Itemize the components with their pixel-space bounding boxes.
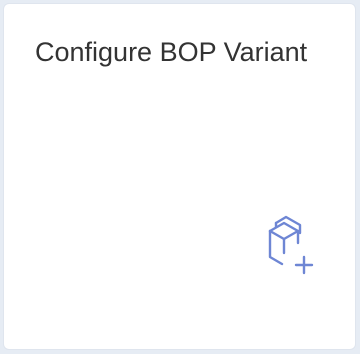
configure-bop-variant-icon [260,213,330,279]
tile-title: Configure BOP Variant [35,37,308,67]
tile-frame: Configure BOP Variant [0,0,360,354]
configure-bop-variant-tile[interactable]: Configure BOP Variant [3,3,356,350]
